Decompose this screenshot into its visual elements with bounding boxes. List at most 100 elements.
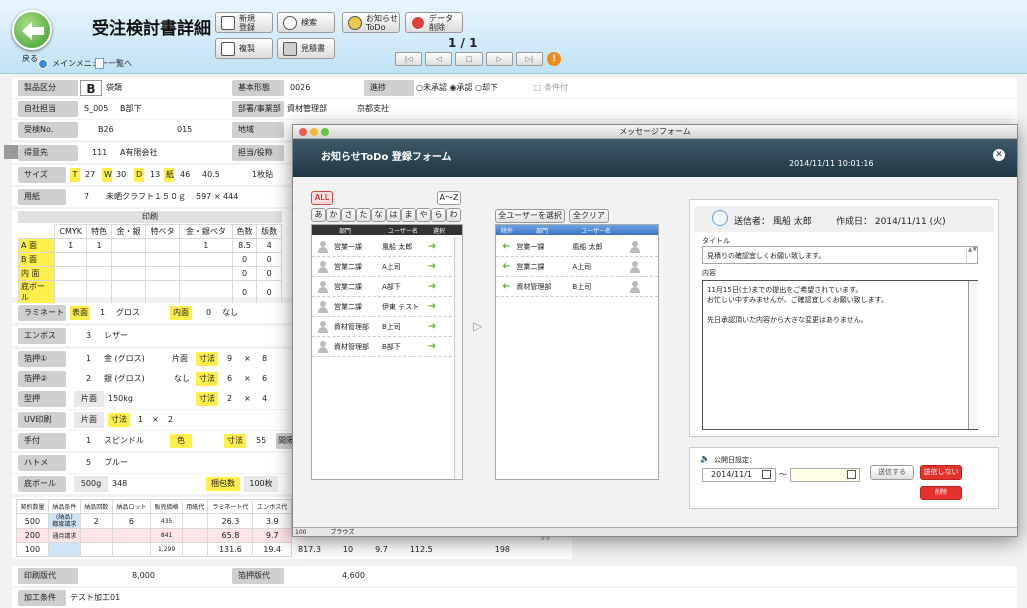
no-send-button[interactable]: 送信しない (920, 465, 962, 480)
delete-data-button[interactable]: データ 削除 (405, 12, 463, 33)
user-icon (318, 260, 328, 273)
print-row-inner: 内 面00 (18, 266, 282, 281)
first-page-button[interactable]: |◁ (395, 52, 423, 66)
copy-icon (221, 41, 235, 56)
alert-icon[interactable]: ! (547, 52, 561, 66)
user-list-item[interactable]: 営業一課 風船 太郎 ➜ (312, 237, 462, 257)
kana-button[interactable]: ら (431, 208, 446, 222)
form-row-jisha: 自社担当 S_005 B部下 部署/事業部 資材管理部 京都支社 (12, 99, 1017, 119)
user-list-item[interactable]: 営業二課 伊東 テスト ➜ (312, 297, 462, 317)
print-row-b: B 面00 (18, 252, 282, 267)
home-icon (38, 58, 48, 69)
selected-list-header: 除外 部門 ユーザー名 (496, 225, 658, 235)
kana-button[interactable]: は (386, 208, 401, 222)
zoom-level[interactable]: 100 (295, 529, 306, 536)
zoom-window-icon[interactable] (321, 128, 329, 136)
search-icon (283, 15, 297, 30)
last-page-button[interactable]: ▷| (515, 52, 544, 66)
user-icon (318, 300, 328, 313)
select-all-users-button[interactable]: 全ユーザーを選択 (495, 209, 565, 223)
close-window-icon[interactable] (299, 128, 307, 136)
title-label: タイトル (702, 237, 730, 245)
delete-button[interactable]: 削除 (920, 486, 962, 500)
user-list-item[interactable]: 資材管理部 B部下 ➜ (312, 337, 462, 357)
selected-user-item[interactable]: ➜ 営業二課 A上司 (496, 257, 658, 277)
smiley-icon (712, 210, 728, 226)
publish-panel: 🔈 公開日設定： 2014/11/1 〜 送信する 送信しない 削除 (689, 447, 999, 509)
clear-all-button[interactable]: 全クリア (569, 209, 609, 223)
print-row-a: A 面 1 1 1 8.5 4 (18, 238, 282, 253)
message-form-window: メッセージフォーム お知らせToDo 登録フォーム 2014/11/11 10:… (292, 124, 1018, 537)
az-filter-button[interactable]: A〜Z (437, 191, 461, 205)
print-section: 印刷 CMYK 特色 金・銀 特ベタ 金・銀ベタ 色数 版数 A 面 1 1 1 8.5 4 B 面0… (12, 209, 292, 304)
list-page-button[interactable]: □ (455, 52, 483, 66)
delete-icon (411, 15, 425, 30)
selected-user-item[interactable]: ➜ 資材管理部 B上司 (496, 277, 658, 297)
printer-icon (283, 41, 297, 56)
prev-page-button[interactable]: ◁ (425, 52, 453, 66)
remove-arrow-icon: ➜ (502, 281, 511, 292)
user-icon (318, 320, 328, 333)
calendar-icon[interactable] (847, 470, 856, 479)
back-label: 戻る (22, 54, 38, 63)
send-button[interactable]: 送信する (870, 465, 914, 480)
selected-user-item[interactable]: ➜ 営業一課 風船 太郎 (496, 237, 658, 257)
next-page-button[interactable]: ▷ (485, 52, 513, 66)
modal-header: お知らせToDo 登録フォーム 2014/11/11 10:01:16 ✕ (293, 139, 1017, 177)
new-doc-icon (221, 15, 235, 30)
user-list-item[interactable]: 営業二課 A上司 ➜ (312, 257, 462, 277)
print-row-bottom: 底ボール 0 0 (18, 280, 282, 304)
kana-button[interactable]: わ (446, 208, 461, 222)
title-stepper[interactable]: ▲▼ (966, 246, 978, 264)
window-titlebar: メッセージフォーム (293, 125, 1017, 139)
back-button[interactable] (12, 10, 52, 50)
selected-user-list: 除外 部門 ユーザー名 ➜ 営業一課 風船 太郎 ➜ 営業二課 A上司 ➜ 資材管理部 B上… (495, 224, 659, 480)
add-arrow-icon: ➜ (428, 341, 437, 352)
all-filter-button[interactable]: ALL (311, 191, 333, 205)
kana-button[interactable]: ま (401, 208, 416, 222)
quantity-row: 500 (納品) 都度請求 2 6 435 26.3 3.9 (16, 513, 292, 529)
search-button[interactable]: 検索 (277, 12, 335, 33)
content-scrollbar[interactable] (968, 281, 978, 429)
conditional-checkbox[interactable]: □ 条件付 (534, 80, 568, 96)
print-table: CMYK 特色 金・銀 特ベタ 金・銀ベタ 色数 版数 A 面 1 1 1 8.5 4 B 面00 内… (18, 224, 282, 304)
kana-button[interactable]: た (356, 208, 371, 222)
calendar-icon[interactable] (762, 470, 771, 479)
user-list-item[interactable]: 資材管理部 B上司 ➜ (312, 317, 462, 337)
new-button[interactable]: 新規 登録 (215, 12, 273, 33)
content-textarea[interactable]: 11月15日(土)までの提出をご希望されています。 お忙しい中すみませんが、ご確… (702, 280, 978, 430)
speaker-icon: 🔈 (700, 454, 710, 463)
todo-button[interactable]: お知らせ ToDo (342, 12, 400, 33)
status-radio-group[interactable]: ○未承認 ◉承認 ○却下 (416, 80, 498, 96)
kana-button[interactable]: な (371, 208, 386, 222)
kana-button[interactable]: あ (311, 208, 326, 222)
quantity-row: 200 通月請求 841 65.8 9.7 (16, 528, 292, 543)
browse-mode[interactable]: ブラウズ (330, 529, 354, 536)
page-indicator: 1 / 1 (448, 36, 478, 50)
kana-button[interactable]: か (326, 208, 341, 222)
quantity-row: 100 1,299 131.6 19.4 (16, 542, 292, 557)
user-icon (318, 280, 328, 293)
user-list: 部門 ユーザー名 選択 営業一課 風船 太郎 ➜ 営業二課 A上司 ➜ 営業二課 A部下 ➜… (311, 224, 463, 480)
user-list-header: 部門 ユーザー名 選択 (312, 225, 462, 235)
form-row-hanhan: 印刷版代 8,000 箔押版代 4,600 (12, 566, 1017, 586)
page-title: 受注検討書詳細 (92, 19, 211, 39)
seihin-code[interactable]: B (80, 80, 102, 96)
user-list-item[interactable]: 営業二課 A部下 ➜ (312, 277, 462, 297)
title-field[interactable]: 見積りの確認宜しくお願い致します。 (702, 246, 978, 264)
window-statusbar: 100 ブラウズ (293, 527, 1017, 536)
message-panel: 送信者： 風船 太郎 作成日： 2014/11/11 (火) タイトル 見積りの… (689, 199, 999, 437)
user-list-scrollbar[interactable] (454, 237, 462, 479)
quantity-table: 契約数量 納品条件 納品回数 納品ロット 販売価格 用紙代 ラミネート代 エンボス代 500(… (16, 499, 292, 557)
list-link[interactable]: 一覧へ (95, 58, 132, 69)
close-icon[interactable]: ✕ (993, 149, 1005, 161)
customer-icon (4, 145, 18, 159)
quote-button[interactable]: 見積書 (277, 38, 335, 59)
transfer-arrow-icon: ▷ (473, 319, 483, 333)
user-icon (630, 240, 641, 253)
copy-button[interactable]: 複製 (215, 38, 273, 59)
kana-button[interactable]: や (416, 208, 431, 222)
minimize-window-icon[interactable] (310, 128, 318, 136)
modal-title: お知らせToDo 登録フォーム (321, 152, 452, 163)
kana-button[interactable]: さ (341, 208, 356, 222)
